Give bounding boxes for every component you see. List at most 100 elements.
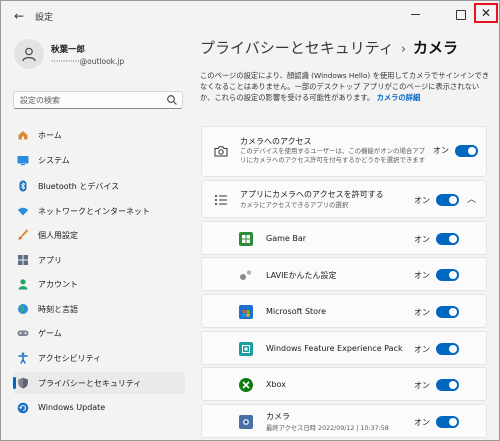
apps-icon <box>17 254 29 266</box>
system-icon <box>17 154 29 166</box>
app-name: Game Bar <box>266 234 307 243</box>
app-access-title: アプリにカメラへのアクセスを許可する <box>240 190 384 199</box>
app-toggle[interactable] <box>436 233 459 245</box>
sidebar-item-label: 時刻と言語 <box>38 305 78 314</box>
back-button[interactable]: ← <box>10 7 28 25</box>
search-icon[interactable] <box>166 94 178 106</box>
sidebar-item-label: システム <box>38 156 70 165</box>
camera-access-card: カメラへのアクセス このデバイスを使用するユーザーは、この機能がオンの場合アプリ… <box>201 126 487 177</box>
accessibility-icon <box>17 352 29 364</box>
bluetooth-icon <box>17 180 29 192</box>
chevron-up-icon[interactable]: ︿ <box>467 192 476 205</box>
wifi-icon <box>17 205 29 217</box>
sidebar-item-time-language[interactable]: 時刻と言語 <box>13 298 185 320</box>
feature-pack-icon <box>239 342 253 356</box>
app-toggle[interactable] <box>436 269 459 281</box>
close-button[interactable]: ✕ <box>474 3 498 23</box>
sidebar-item-label: Bluetooth とデバイス <box>38 182 120 191</box>
description-text: このページの設定により、顔認識 (Windows Hello) を使用してカメラ… <box>200 71 490 102</box>
sidebar-item-label: 個人用設定 <box>38 231 78 240</box>
store-icon <box>239 305 253 319</box>
app-state: オン <box>414 345 430 354</box>
app-toggle[interactable] <box>436 306 459 318</box>
app-state: オン <box>414 418 430 427</box>
camera-icon <box>214 144 228 158</box>
app-row-game-bar: Game Bar オン <box>201 221 487 255</box>
camera-access-state: オン <box>433 146 449 155</box>
minimize-button[interactable] <box>405 5 427 23</box>
app-toggle[interactable] <box>436 416 459 428</box>
sidebar-item-label: Windows Update <box>38 403 106 412</box>
app-row-lavie: LAVIEかんたん設定 オン <box>201 257 487 291</box>
sidebar-item-apps[interactable]: アプリ <box>13 249 185 271</box>
user-name: 秋葉一郎 <box>51 45 86 55</box>
app-state: オン <box>414 271 430 280</box>
list-icon <box>214 193 228 207</box>
camera-access-toggle[interactable] <box>455 145 478 157</box>
xbox-icon <box>239 378 253 392</box>
app-access-toggle[interactable] <box>436 194 459 206</box>
app-toggle[interactable] <box>436 379 459 391</box>
sidebar-item-windows-update[interactable]: Windows Update <box>13 397 185 419</box>
sidebar-item-label: ネットワークとインターネット <box>38 207 150 216</box>
title-bar: ← 設定 ✕ <box>1 1 499 31</box>
settings-window: ← 設定 ✕ 秋葉一郎 ············@outlook.jp 設定の検… <box>0 0 500 441</box>
camera-app-icon <box>239 415 253 429</box>
app-state: オン <box>414 308 430 317</box>
avatar[interactable] <box>14 39 44 69</box>
app-name: LAVIEかんたん設定 <box>266 271 337 280</box>
sidebar-item-accessibility[interactable]: アクセシビリティ <box>13 347 185 369</box>
sidebar-item-label: アクセシビリティ <box>38 354 102 363</box>
search-placeholder: 設定の検索 <box>20 96 60 105</box>
sidebar-item-label: ゲーム <box>38 329 62 338</box>
app-name: カメラ <box>266 412 290 421</box>
app-row-xbox: Xbox オン <box>201 367 487 401</box>
breadcrumb-separator: › <box>400 42 407 57</box>
gamepad-icon <box>17 327 29 339</box>
sidebar-item-personalization[interactable]: 個人用設定 <box>13 224 185 246</box>
update-icon <box>17 402 29 414</box>
sidebar-item-home[interactable]: ホーム <box>13 124 185 146</box>
selection-indicator <box>13 377 16 389</box>
app-last-access: 最終アクセス日時 2022/09/12 | 10:37:58 <box>266 425 389 432</box>
brush-icon <box>17 229 29 241</box>
camera-details-link[interactable]: カメラの詳細 <box>377 93 421 102</box>
sidebar-item-privacy-security[interactable]: プライバシーとセキュリティ <box>13 372 185 394</box>
window-title: 設定 <box>35 13 54 23</box>
app-state: オン <box>414 235 430 244</box>
breadcrumb-current: カメラ <box>413 39 459 57</box>
sidebar-item-bluetooth[interactable]: Bluetooth とデバイス <box>13 175 185 197</box>
camera-access-subtitle: このデバイスを使用するユーザーは、この機能がオンの場合アプリにカメラへのアクセス… <box>240 147 426 164</box>
app-access-card[interactable]: アプリにカメラへのアクセスを許可する カメラにアクセスできるアプリの選択 オン … <box>201 180 487 218</box>
sidebar-item-accounts[interactable]: アカウント <box>13 273 185 295</box>
breadcrumb-parent[interactable]: プライバシーとセキュリティ <box>200 39 394 57</box>
sidebar-item-label: アプリ <box>38 256 62 265</box>
home-icon <box>17 129 29 141</box>
globe-icon <box>17 303 29 315</box>
user-icon <box>22 47 36 62</box>
camera-access-title: カメラへのアクセス <box>240 137 312 146</box>
app-name: Xbox <box>266 380 286 389</box>
sidebar-item-label: アカウント <box>38 280 78 289</box>
maximize-button[interactable] <box>449 5 471 23</box>
app-access-subtitle: カメラにアクセスできるアプリの選択 <box>240 201 349 209</box>
app-state: オン <box>414 381 430 390</box>
sidebar-item-label: ホーム <box>38 131 62 140</box>
search-input[interactable]: 設定の検索 <box>13 91 183 109</box>
sidebar-item-label: プライバシーとセキュリティ <box>38 379 142 388</box>
gamebar-icon <box>239 232 253 246</box>
app-name: Microsoft Store <box>266 307 327 316</box>
sidebar-item-gaming[interactable]: ゲーム <box>13 322 185 344</box>
page-title: プライバシーとセキュリティ › カメラ <box>200 37 458 58</box>
app-row-feature-experience-pack: Windows Feature Experience Pack オン <box>201 331 487 365</box>
sidebar-item-system[interactable]: システム <box>13 149 185 171</box>
shield-icon <box>17 377 29 389</box>
app-name: Windows Feature Experience Pack <box>266 344 403 353</box>
app-row-microsoft-store: Microsoft Store オン <box>201 294 487 328</box>
account-icon <box>17 278 29 290</box>
page-description: このページの設定により、顔認識 (Windows Hello) を使用してカメラ… <box>200 70 490 103</box>
lavie-icon <box>239 268 253 282</box>
app-toggle[interactable] <box>436 343 459 355</box>
app-row-camera: カメラ 最終アクセス日時 2022/09/12 | 10:37:58 オン <box>201 404 487 438</box>
sidebar-item-network[interactable]: ネットワークとインターネット <box>13 200 185 222</box>
